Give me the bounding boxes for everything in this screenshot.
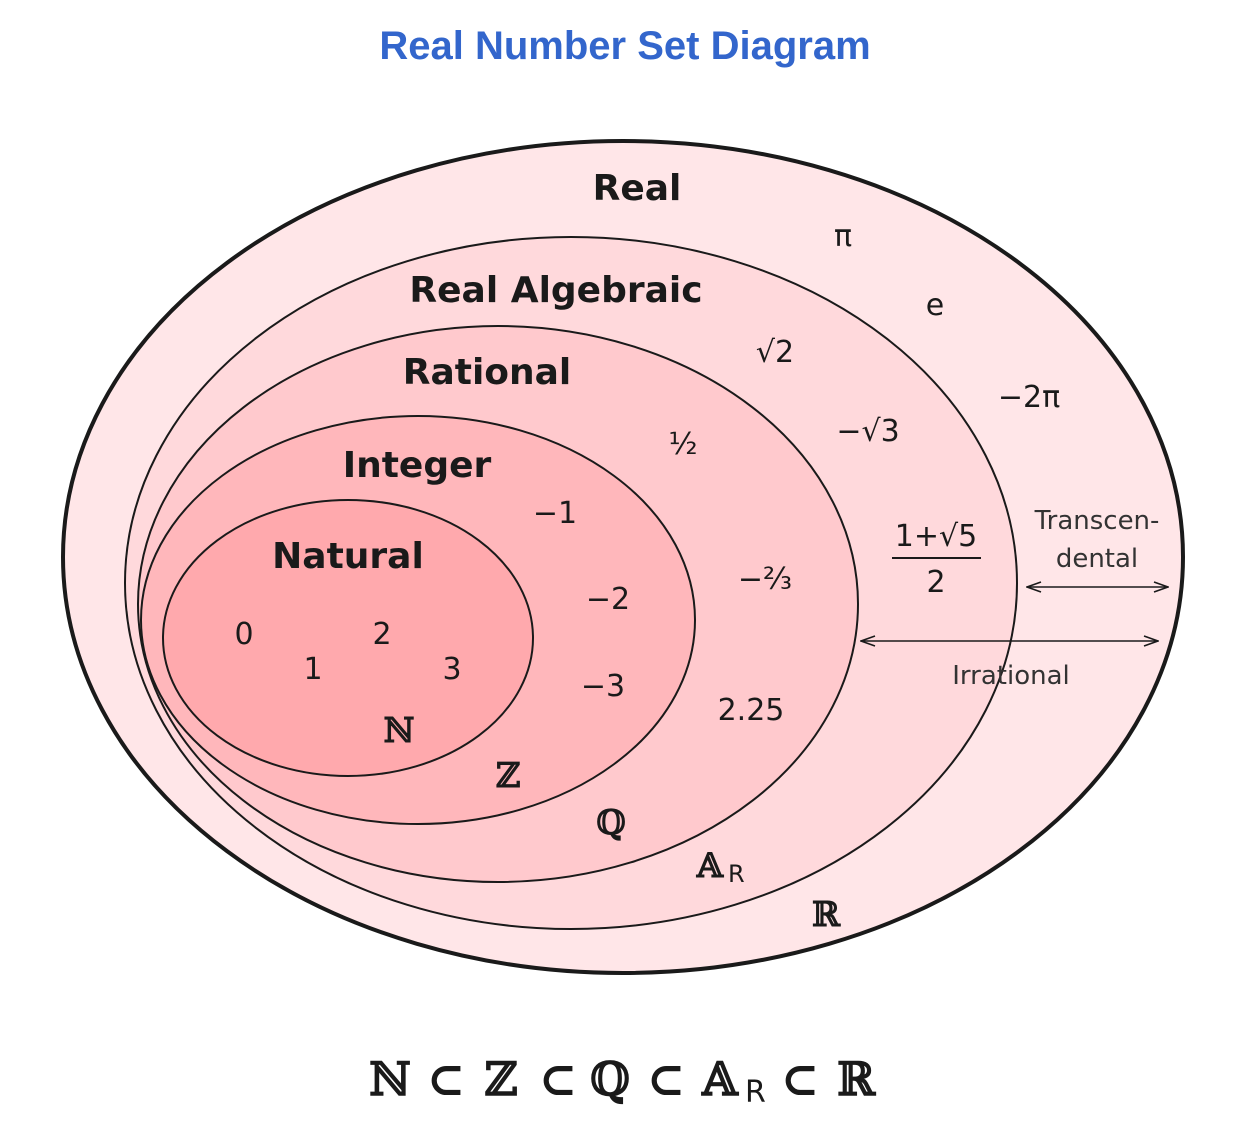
chain-integer-symbol: ℤ xyxy=(484,1052,518,1106)
natural-example: 2 xyxy=(372,617,391,652)
algebraic-example: −√3 xyxy=(836,414,899,449)
rational-label: Rational xyxy=(403,352,572,393)
rational-example: 2.25 xyxy=(718,693,785,728)
golden-ratio-numerator: 1+√5 xyxy=(895,519,977,554)
subset-symbol: ⊂ xyxy=(781,1052,820,1106)
golden-ratio-denominator: 2 xyxy=(926,565,945,600)
natural-label: Natural xyxy=(272,536,424,577)
real-example: −2π xyxy=(998,380,1060,415)
rational-set-symbol: ℚ xyxy=(596,803,626,843)
natural-example: 3 xyxy=(442,652,461,687)
real-label: Real xyxy=(593,168,682,209)
algebraic-symbol-subscript: R xyxy=(728,860,745,888)
real-example: e xyxy=(926,288,944,323)
integer-set-symbol: ℤ xyxy=(496,756,521,796)
irrational-label: Irrational xyxy=(952,661,1069,691)
natural-example: 1 xyxy=(303,652,322,687)
real-example: π xyxy=(834,219,852,254)
natural-example: 0 xyxy=(234,617,253,652)
rational-example: −⅔ xyxy=(738,562,792,597)
real-set-symbol: ℝ xyxy=(812,895,841,935)
real-algebraic-label: Real Algebraic xyxy=(409,270,702,311)
subset-symbol: ⊂ xyxy=(647,1052,686,1106)
chain-real-symbol: ℝ xyxy=(837,1052,877,1106)
subset-chain: ℕ ⊂ ℤ ⊂ ℚ ⊂ 𝔸 R ⊂ ℝ xyxy=(369,1052,877,1110)
subset-symbol: ⊂ xyxy=(539,1052,578,1106)
real-number-set-diagram: Real Real Algebraic Rational Integer Nat… xyxy=(61,139,1185,1110)
integer-example: −2 xyxy=(586,582,630,617)
algebraic-symbol: 𝔸 xyxy=(696,846,725,886)
integer-example: −1 xyxy=(533,496,577,531)
algebraic-example: √2 xyxy=(756,335,794,370)
chain-rational-symbol: ℚ xyxy=(590,1052,630,1106)
integer-label: Integer xyxy=(343,445,492,486)
subset-symbol: ⊂ xyxy=(427,1052,466,1106)
transcendental-label-line1: Transcen- xyxy=(1034,506,1160,536)
chain-natural-symbol: ℕ xyxy=(369,1052,411,1106)
natural-set-symbol: ℕ xyxy=(383,711,414,751)
transcendental-label-line2: dental xyxy=(1056,544,1138,574)
rational-example: ½ xyxy=(668,427,697,462)
chain-algebraic-subscript: R xyxy=(745,1075,766,1110)
chain-algebraic-symbol: 𝔸 xyxy=(700,1052,739,1106)
integer-example: −3 xyxy=(581,669,625,704)
